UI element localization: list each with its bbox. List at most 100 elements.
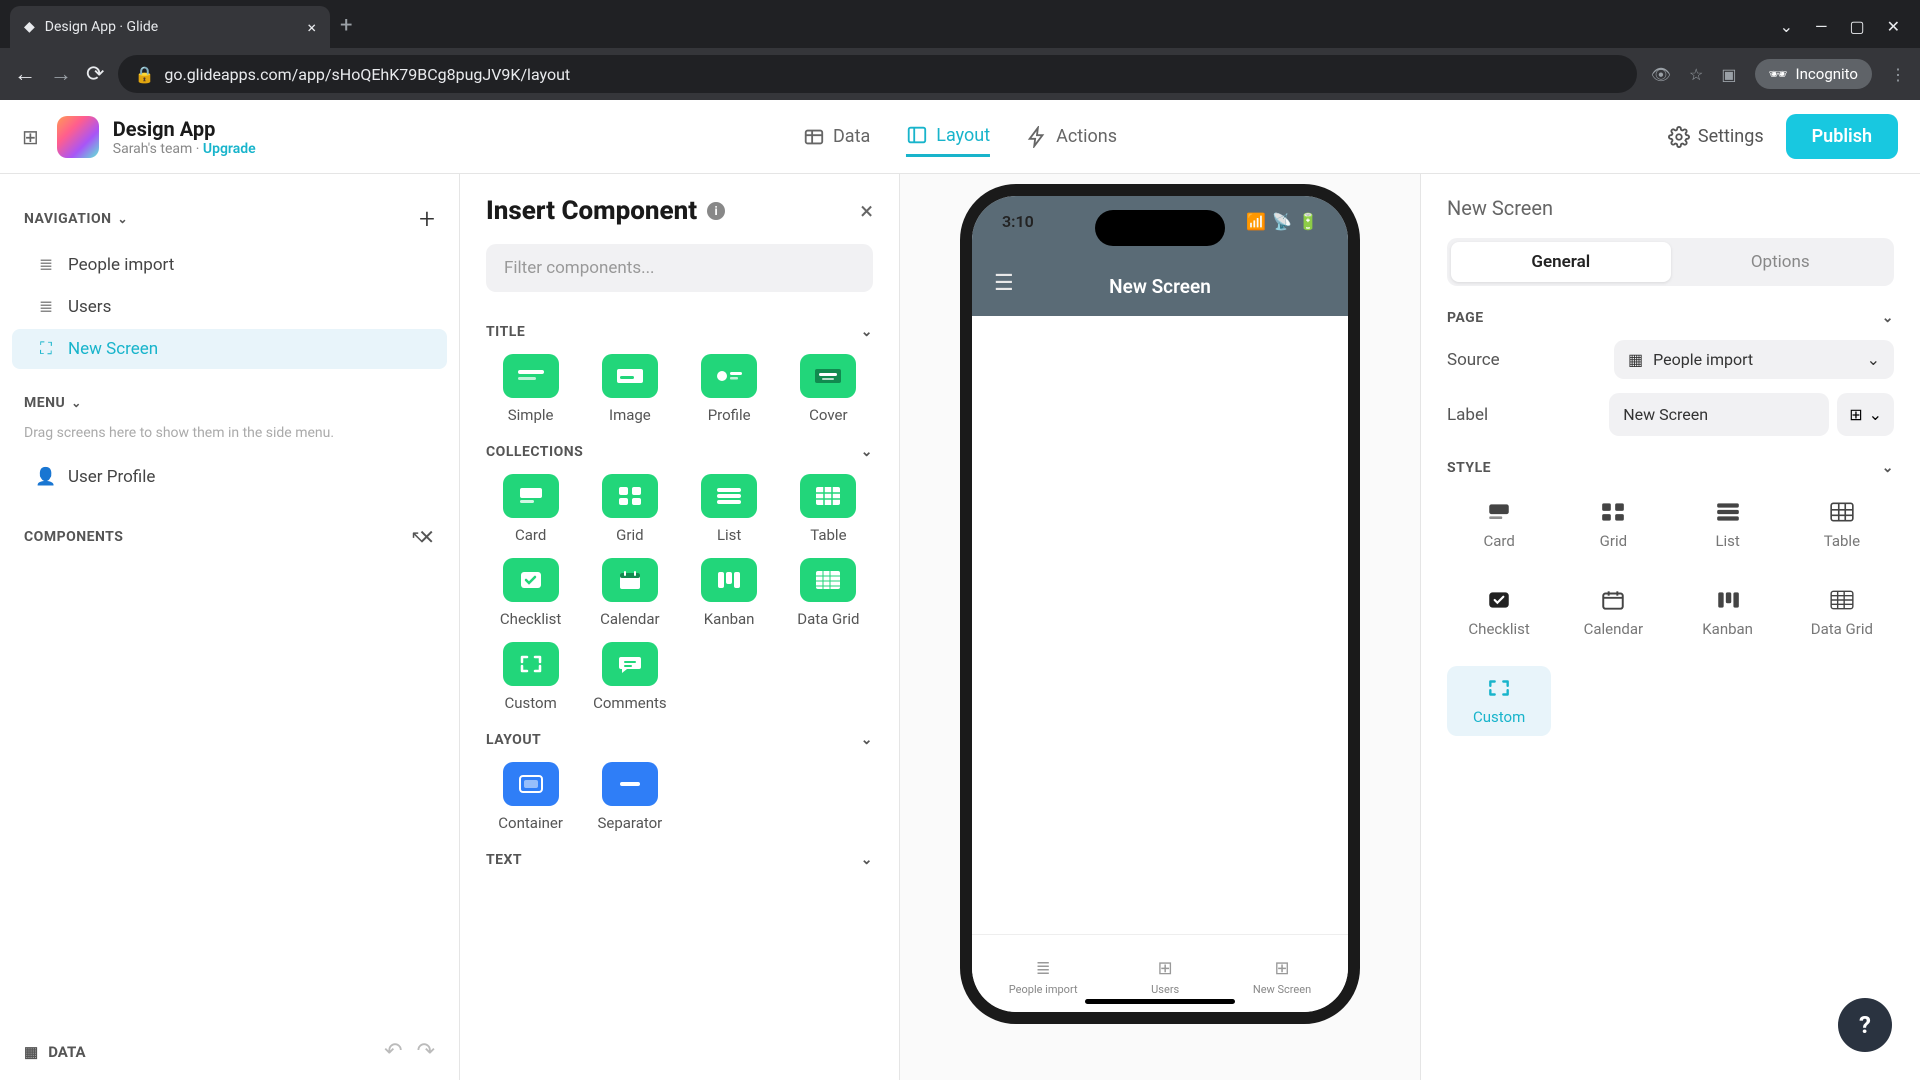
category-title[interactable]: TITLE ⌄ [486,324,873,340]
upgrade-link[interactable]: Upgrade [203,141,256,157]
nav-item-users[interactable]: ≣ Users [12,287,447,327]
incognito-badge[interactable]: 🕶 Incognito [1755,59,1873,89]
category-label: TEXT [486,852,522,868]
style-label: Grid [1600,532,1627,550]
style-table[interactable]: Table [1790,490,1894,560]
component-table[interactable]: Table [784,474,873,544]
list-icon: ≣ [36,297,56,317]
apps-grid-icon[interactable]: ⊞ [22,125,39,149]
cover-title-icon [800,354,856,398]
nav-item-user-profile[interactable]: 👤 User Profile [12,457,447,497]
component-separator[interactable]: Separator [585,762,674,832]
back-icon[interactable]: ← [14,61,36,87]
new-tab-button[interactable]: + [340,13,352,38]
nav-item-label: Users [68,297,111,317]
info-icon[interactable]: i [707,202,725,220]
undo-icon[interactable]: ↶ [384,1039,402,1064]
style-card[interactable]: Card [1447,490,1551,560]
component-custom[interactable]: Custom [486,642,575,712]
component-checklist[interactable]: Checklist [486,558,575,628]
settings-button[interactable]: Settings [1668,126,1764,148]
help-button[interactable]: ? [1838,998,1892,1052]
style-kanban[interactable]: Kanban [1676,578,1780,648]
style-label: Checklist [1468,620,1529,638]
url-input[interactable]: 🔒 go.glideapps.com/app/sHoQEhK79BCg8pugJ… [118,55,1636,93]
reload-icon[interactable]: ⟳ [86,62,104,87]
tab-data-label: Data [833,126,870,147]
component-data-grid[interactable]: Data Grid [784,558,873,628]
seg-general[interactable]: General [1451,242,1671,282]
insert-close-button[interactable]: × [860,197,873,225]
style-custom[interactable]: Custom [1447,666,1551,736]
component-image[interactable]: Image [585,354,674,424]
style-calendar[interactable]: Calendar [1561,578,1665,648]
tab-layout[interactable]: Layout [906,116,990,157]
component-list[interactable]: List [685,474,774,544]
phone-body [972,316,1348,934]
tab-data[interactable]: Data [803,116,870,157]
component-label: Separator [597,814,662,832]
style-section[interactable]: STYLE ⌄ [1447,460,1894,476]
navigation-section[interactable]: NAVIGATION ⌄ [24,211,128,227]
category-text[interactable]: TEXT ⌄ [486,852,873,868]
separator-icon [602,762,658,806]
menu-section[interactable]: MENU ⌄ [24,395,82,411]
components-label: COMPONENTS [24,529,123,545]
panel-icon[interactable]: ▣ [1721,65,1736,84]
category-layout[interactable]: LAYOUT ⌄ [486,732,873,748]
tabs-dropdown-icon[interactable]: ⌄ [1780,17,1793,36]
phone-tab-people-import[interactable]: ≣People import [1009,958,1078,996]
component-cover[interactable]: Cover [784,354,873,424]
kebab-menu-icon[interactable]: ⋮ [1890,65,1906,84]
component-kanban[interactable]: Kanban [685,558,774,628]
calendar-icon [602,558,658,602]
page-section[interactable]: PAGE ⌄ [1447,310,1894,326]
component-grid[interactable]: Grid [585,474,674,544]
component-profile[interactable]: Profile [685,354,774,424]
style-checklist[interactable]: Checklist [1447,578,1551,648]
database-icon: ▦ [24,1043,38,1061]
add-screen-button[interactable]: + [419,202,435,235]
close-tab-icon[interactable]: × [307,18,316,37]
component-card[interactable]: Card [486,474,575,544]
publish-button[interactable]: Publish [1786,114,1898,159]
seg-options[interactable]: Options [1671,242,1891,282]
component-simple[interactable]: Simple [486,354,575,424]
icon-picker[interactable]: ⊞⌄ [1837,393,1894,436]
phone-tab-new-screen[interactable]: ⊞New Screen [1253,958,1311,996]
components-close-button[interactable]: ✕↖ [418,525,435,549]
label-input[interactable] [1609,393,1829,436]
star-icon[interactable]: ☆ [1689,65,1703,84]
eye-off-icon[interactable]: 👁 [1651,65,1671,84]
style-grid[interactable]: Grid [1561,490,1665,560]
source-select[interactable]: ▦People import ⌄ [1614,340,1894,379]
component-calendar[interactable]: Calendar [585,558,674,628]
maximize-icon[interactable]: ▢ [1849,17,1864,36]
card-icon [503,474,559,518]
comments-icon [602,642,658,686]
style-label: Kanban [1702,620,1753,638]
close-window-icon[interactable]: ✕ [1887,17,1900,36]
category-collections[interactable]: COLLECTIONS ⌄ [486,444,873,460]
component-container[interactable]: Container [486,762,575,832]
grid-icon [602,474,658,518]
list-icon [701,474,757,518]
nav-item-people-import[interactable]: ≣ People import [12,245,447,285]
style-data-grid[interactable]: Data Grid [1790,578,1894,648]
signal-icon: 📶 [1246,212,1266,231]
hamburger-icon[interactable]: ☰ [994,271,1014,296]
style-label: Data Grid [1811,620,1873,638]
nav-item-new-screen[interactable]: ⛶ New Screen [12,329,447,369]
style-list[interactable]: List [1676,490,1780,560]
redo-icon[interactable]: ↷ [417,1039,435,1064]
tab-actions[interactable]: Actions [1026,116,1117,157]
data-footer-button[interactable]: ▦ DATA [24,1043,86,1061]
browser-tab[interactable]: ◆ Design App · Glide × [10,6,330,48]
phone-tab-users[interactable]: ⊞Users [1151,958,1179,996]
nav-item-label: People import [68,255,174,275]
minimize-icon[interactable]: — [1815,17,1828,36]
component-comments[interactable]: Comments [585,642,674,712]
forward-icon[interactable]: → [50,61,72,87]
filter-input[interactable] [486,244,873,292]
grid-icon: ⊞ [1274,958,1289,979]
